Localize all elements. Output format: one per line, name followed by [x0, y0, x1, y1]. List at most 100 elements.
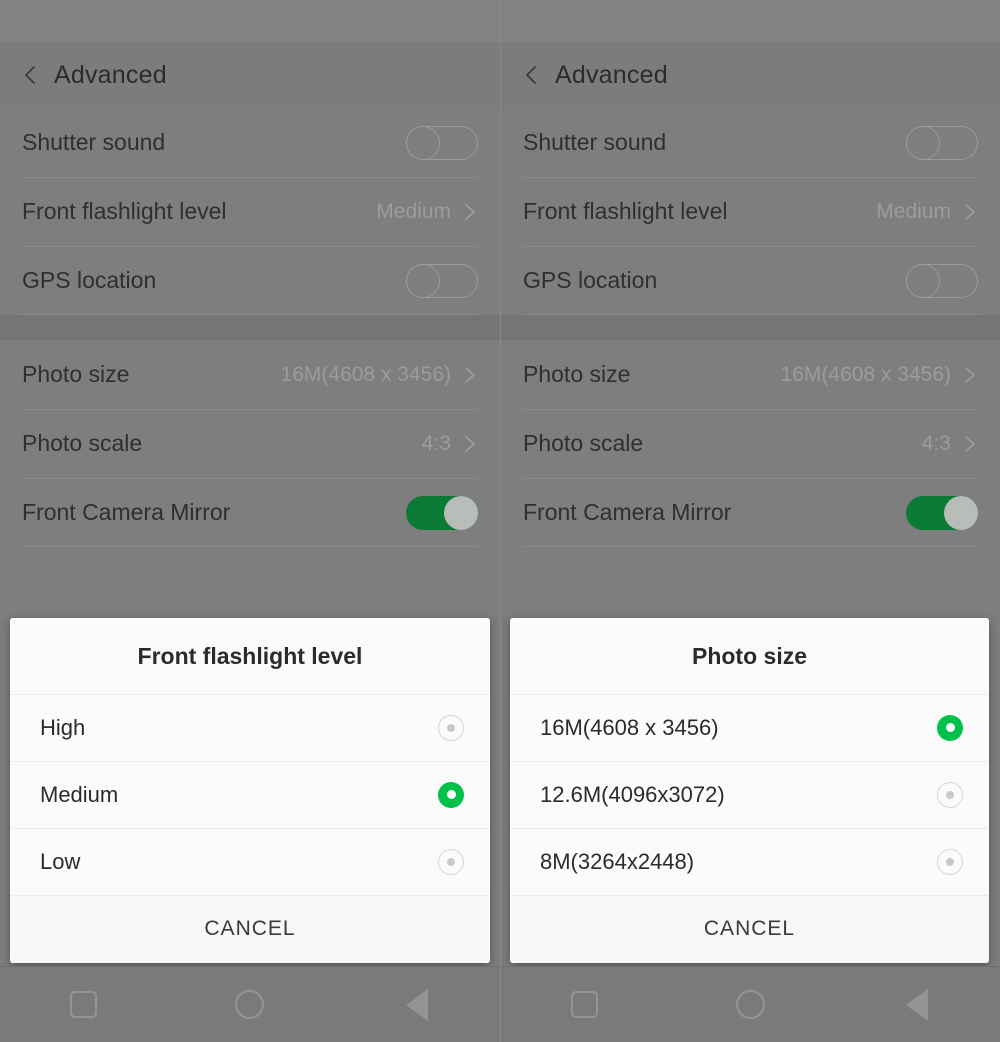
shutter-sound-toggle[interactable] — [906, 125, 978, 160]
toggle-knob — [944, 495, 978, 530]
setting-label: Shutter sound — [523, 129, 667, 155]
setting-label: Photo scale — [22, 430, 143, 456]
option-label: 12.6M(4096x3072) — [540, 781, 725, 807]
toggle-knob — [406, 125, 440, 160]
chevron-right-icon — [465, 203, 475, 220]
setting-label: Photo size — [22, 361, 130, 387]
setting-value: Medium — [876, 199, 951, 223]
radio-button-selected-icon[interactable] — [438, 781, 464, 808]
toggle-knob — [406, 263, 440, 298]
setting-row-gps-location[interactable]: GPS location — [0, 246, 500, 315]
radio-button-unselected-icon[interactable] — [438, 848, 464, 875]
circle-icon — [235, 990, 265, 1019]
toggle-knob — [906, 125, 940, 160]
dual-screenshot-composite: Advanced Shutter sound Front flashlight … — [0, 0, 1000, 1042]
setting-row-shutter-sound[interactable]: Shutter sound — [501, 108, 1000, 177]
radio-button-unselected-icon[interactable] — [937, 848, 963, 875]
back-button[interactable] — [372, 967, 462, 1042]
settings-group-1: Shutter sound Front flashlight level Med… — [0, 108, 500, 315]
setting-label: Front Camera Mirror — [22, 499, 231, 525]
setting-row-photo-scale[interactable]: Photo scale 4:3 — [0, 409, 500, 478]
app-bar: Advanced — [501, 42, 1000, 108]
settings-group-2: Photo size 16M(4608 x 3456) Photo scale … — [501, 340, 1000, 547]
front-camera-mirror-toggle[interactable] — [406, 495, 478, 530]
front-camera-mirror-toggle[interactable] — [906, 495, 978, 530]
setting-label: Photo size — [523, 361, 631, 387]
dialog-title: Photo size — [510, 618, 989, 694]
triangle-left-icon — [905, 988, 928, 1021]
app-bar: Advanced — [0, 42, 500, 108]
setting-row-photo-scale[interactable]: Photo scale 4:3 — [501, 409, 1000, 478]
cancel-button[interactable]: CANCEL — [10, 895, 490, 963]
setting-value: 4:3 — [921, 431, 951, 455]
page-title: Advanced — [54, 60, 167, 89]
dialog-option-8m[interactable]: 8M(3264x2448) — [510, 828, 989, 895]
setting-value: 16M(4608 x 3456) — [780, 362, 951, 386]
dialog-option-high[interactable]: High — [10, 694, 490, 761]
chevron-right-icon — [965, 366, 975, 383]
option-label: Medium — [40, 781, 119, 807]
setting-label: Shutter sound — [22, 129, 166, 155]
radio-button-unselected-icon[interactable] — [438, 714, 464, 741]
home-button[interactable] — [205, 967, 295, 1042]
dialog-option-low[interactable]: Low — [10, 828, 490, 895]
option-label: Low — [40, 848, 81, 874]
recents-button[interactable] — [539, 967, 629, 1042]
square-icon — [69, 991, 97, 1018]
shutter-sound-toggle[interactable] — [406, 125, 478, 160]
setting-label: GPS location — [523, 267, 658, 293]
setting-value: 4:3 — [421, 431, 451, 455]
setting-label: Front flashlight level — [523, 198, 728, 224]
home-button[interactable] — [705, 967, 795, 1042]
setting-row-gps-location[interactable]: GPS location — [501, 246, 1000, 315]
page-title: Advanced — [555, 60, 668, 89]
dialog-option-medium[interactable]: Medium — [10, 761, 490, 828]
setting-label: GPS location — [22, 267, 157, 293]
setting-label: Photo scale — [523, 430, 644, 456]
square-icon — [570, 991, 598, 1018]
setting-row-shutter-sound[interactable]: Shutter sound — [0, 108, 500, 177]
setting-row-front-camera-mirror[interactable]: Front Camera Mirror — [501, 478, 1000, 547]
setting-row-front-flashlight-level[interactable]: Front flashlight level Medium — [501, 177, 1000, 246]
option-label: 8M(3264x2448) — [540, 848, 695, 874]
status-bar — [501, 0, 1000, 42]
navigation-bar — [501, 966, 1000, 1042]
settings-group-1: Shutter sound Front flashlight level Med… — [501, 108, 1000, 315]
group-divider — [0, 315, 500, 340]
setting-row-photo-size[interactable]: Photo size 16M(4608 x 3456) — [501, 340, 1000, 409]
radio-button-selected-icon[interactable] — [937, 714, 963, 741]
back-button[interactable] — [872, 967, 962, 1042]
group-divider — [501, 315, 1000, 340]
option-label: High — [40, 714, 86, 740]
phone-screen-left: Advanced Shutter sound Front flashlight … — [0, 0, 500, 1042]
recents-button[interactable] — [38, 967, 128, 1042]
status-bar — [0, 0, 500, 42]
chevron-left-icon[interactable] — [20, 64, 42, 86]
chevron-left-icon[interactable] — [521, 64, 543, 86]
photo-size-dialog: Photo size 16M(4608 x 3456) 12.6M(4096x3… — [510, 618, 989, 963]
triangle-left-icon — [405, 988, 428, 1021]
dialog-option-16m[interactable]: 16M(4608 x 3456) — [510, 694, 989, 761]
toggle-knob — [444, 495, 478, 530]
chevron-right-icon — [465, 366, 475, 383]
setting-value: Medium — [376, 199, 451, 223]
toggle-knob — [906, 263, 940, 298]
phone-screen-right: Advanced Shutter sound Front flashlight … — [500, 0, 1000, 1042]
setting-row-front-camera-mirror[interactable]: Front Camera Mirror — [0, 478, 500, 547]
gps-location-toggle[interactable] — [906, 263, 978, 298]
gps-location-toggle[interactable] — [406, 263, 478, 298]
setting-row-photo-size[interactable]: Photo size 16M(4608 x 3456) — [0, 340, 500, 409]
chevron-right-icon — [465, 435, 475, 452]
radio-button-unselected-icon[interactable] — [937, 781, 963, 808]
setting-label: Front Camera Mirror — [523, 499, 732, 525]
chevron-right-icon — [965, 435, 975, 452]
front-flashlight-level-dialog: Front flashlight level High Medium Low C… — [10, 618, 490, 963]
cancel-button[interactable]: CANCEL — [510, 895, 989, 963]
setting-label: Front flashlight level — [22, 198, 227, 224]
circle-icon — [735, 990, 765, 1019]
dialog-title: Front flashlight level — [10, 618, 490, 694]
setting-row-front-flashlight-level[interactable]: Front flashlight level Medium — [0, 177, 500, 246]
dialog-option-12-6m[interactable]: 12.6M(4096x3072) — [510, 761, 989, 828]
chevron-right-icon — [965, 203, 975, 220]
navigation-bar — [0, 966, 500, 1042]
